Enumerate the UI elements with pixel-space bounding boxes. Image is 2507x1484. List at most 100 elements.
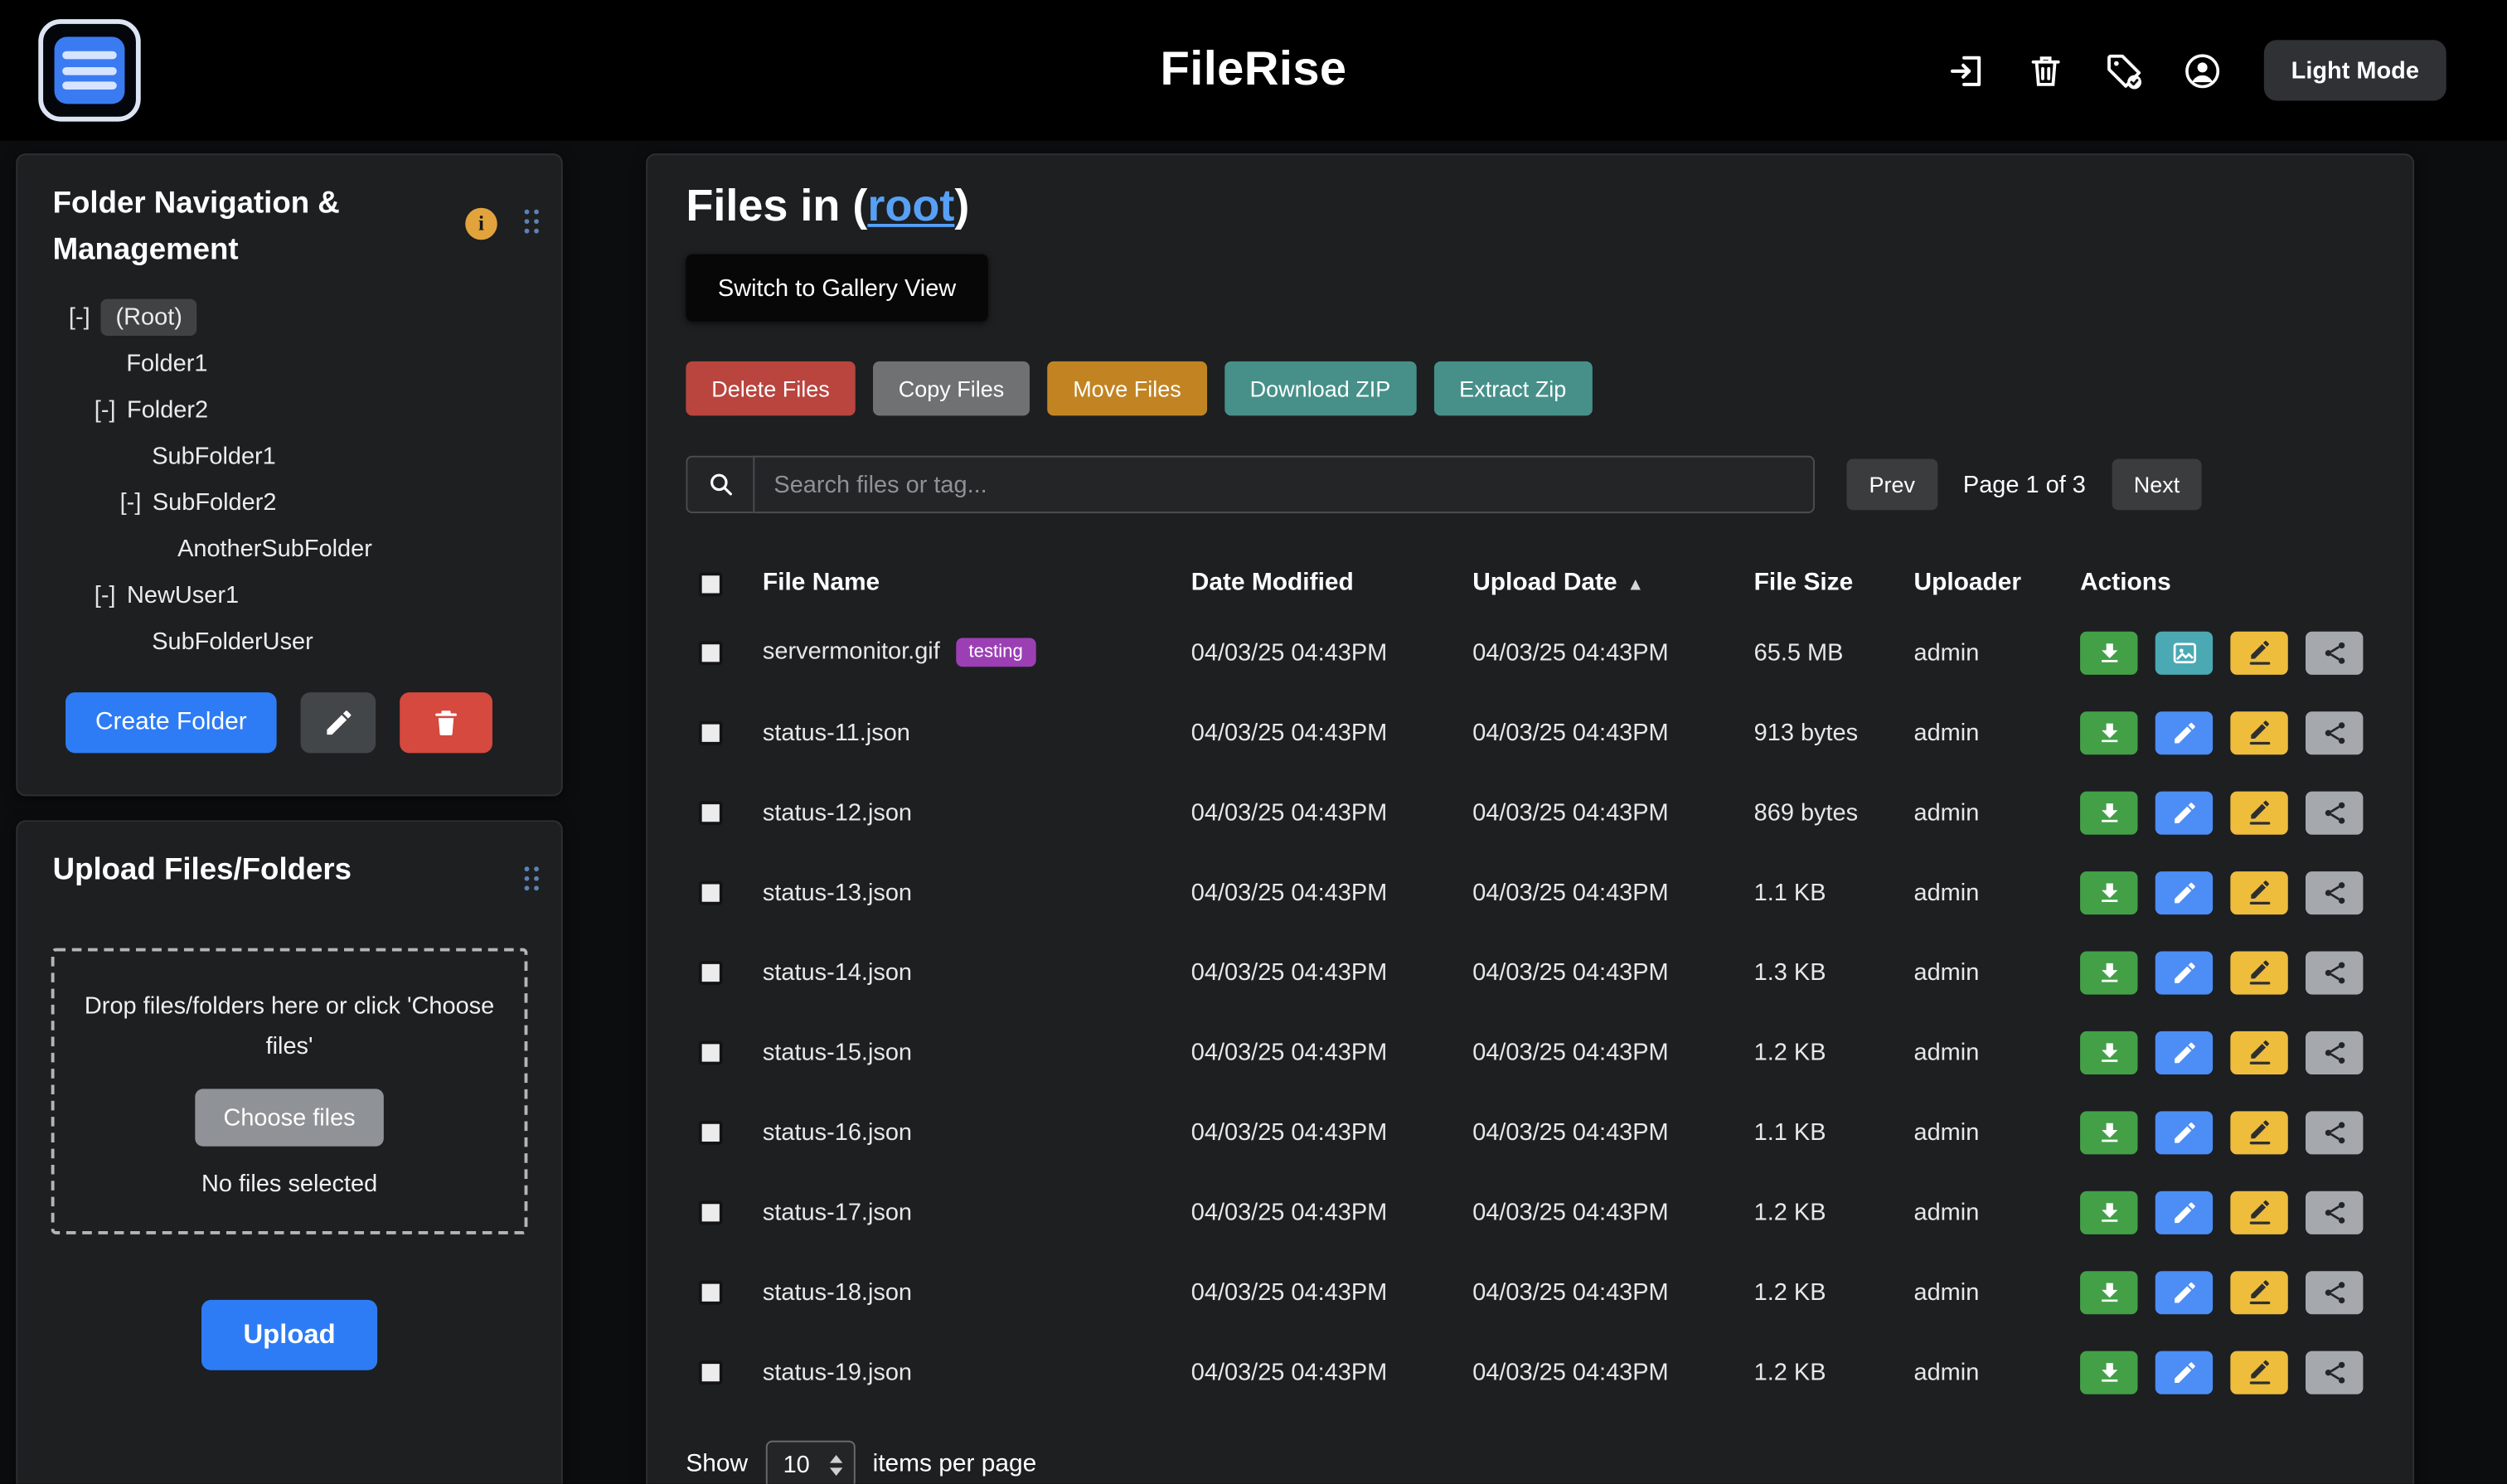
file-name[interactable]: status-11.json xyxy=(763,719,910,746)
folder-tree-item[interactable]: Folder1 xyxy=(53,341,546,387)
rename-button[interactable] xyxy=(2230,631,2287,674)
folder-tree-item[interactable]: SubFolderUser xyxy=(53,618,546,665)
drag-handle-icon[interactable] xyxy=(525,866,530,871)
row-checkbox[interactable] xyxy=(699,1360,723,1384)
rename-button[interactable] xyxy=(2230,1270,2287,1313)
select-all-checkbox[interactable] xyxy=(699,571,723,595)
file-name[interactable]: status-16.json xyxy=(763,1118,912,1146)
folder-label[interactable]: SubFolder2 xyxy=(153,489,277,516)
trash-icon[interactable] xyxy=(2026,51,2066,90)
folder-label[interactable]: NewUser1 xyxy=(127,582,239,609)
drag-handle-icon[interactable] xyxy=(525,210,530,215)
share-button[interactable] xyxy=(2306,951,2363,994)
rename-folder-button[interactable] xyxy=(301,692,376,753)
col-upload-date[interactable]: Upload Date▲ xyxy=(1457,570,1738,599)
file-name[interactable]: status-14.json xyxy=(763,958,912,986)
edit-button[interactable] xyxy=(2155,1031,2213,1074)
folder-tree-item[interactable]: [-] Folder2 xyxy=(53,387,546,434)
download-zip-button[interactable]: Download ZIP xyxy=(1224,361,1416,416)
info-icon[interactable]: i xyxy=(465,208,497,240)
delete-folder-button[interactable] xyxy=(400,692,492,753)
file-name[interactable]: status-19.json xyxy=(763,1358,912,1385)
download-button[interactable] xyxy=(2080,710,2137,754)
upload-button[interactable]: Upload xyxy=(201,1300,377,1370)
folder-label[interactable]: Folder1 xyxy=(126,350,207,377)
file-name[interactable]: status-12.json xyxy=(763,798,912,826)
rename-button[interactable] xyxy=(2230,951,2287,994)
col-file-name[interactable]: File Name xyxy=(747,570,1176,599)
folder-label[interactable]: (Root) xyxy=(101,299,196,336)
folder-tree-item[interactable]: [-] NewUser1 xyxy=(53,572,546,618)
create-folder-button[interactable]: Create Folder xyxy=(65,692,277,753)
delete-files-button[interactable]: Delete Files xyxy=(686,361,855,416)
row-checkbox[interactable] xyxy=(699,1280,723,1304)
col-file-size[interactable]: File Size xyxy=(1738,570,1898,599)
light-mode-button[interactable]: Light Mode xyxy=(2264,40,2446,100)
extract-zip-button[interactable]: Extract Zip xyxy=(1433,361,1592,416)
download-button[interactable] xyxy=(2080,871,2137,914)
tree-toggle-icon[interactable]: [-] xyxy=(69,303,90,331)
rename-button[interactable] xyxy=(2230,1110,2287,1153)
folder-label[interactable]: SubFolder1 xyxy=(152,443,276,470)
row-checkbox[interactable] xyxy=(699,640,723,664)
download-button[interactable] xyxy=(2080,791,2137,834)
edit-button[interactable] xyxy=(2155,1110,2213,1153)
edit-button[interactable] xyxy=(2155,710,2213,754)
row-checkbox[interactable] xyxy=(699,880,723,904)
items-per-page-select[interactable]: 10 xyxy=(765,1441,855,1484)
switch-gallery-button[interactable]: Switch to Gallery View xyxy=(686,255,987,322)
share-button[interactable] xyxy=(2306,1270,2363,1313)
download-button[interactable] xyxy=(2080,1270,2137,1313)
download-button[interactable] xyxy=(2080,1191,2137,1234)
share-button[interactable] xyxy=(2306,1031,2363,1074)
edit-button[interactable] xyxy=(2155,791,2213,834)
folder-tree-item[interactable]: [-] (Root) xyxy=(53,294,546,341)
col-date-modified[interactable]: Date Modified xyxy=(1175,570,1456,599)
edit-button[interactable] xyxy=(2155,951,2213,994)
row-checkbox[interactable] xyxy=(699,1200,723,1224)
edit-button[interactable] xyxy=(2155,1270,2213,1313)
edit-button[interactable] xyxy=(2155,871,2213,914)
search-input[interactable] xyxy=(753,456,1815,513)
file-dropzone[interactable]: Drop files/folders here or click 'Choose… xyxy=(51,948,528,1234)
rename-button[interactable] xyxy=(2230,1191,2287,1234)
rename-button[interactable] xyxy=(2230,710,2287,754)
root-folder-link[interactable]: root xyxy=(867,181,954,230)
share-button[interactable] xyxy=(2306,1351,2363,1394)
share-button[interactable] xyxy=(2306,710,2363,754)
folder-tree-item[interactable]: SubFolder1 xyxy=(53,434,546,480)
choose-files-button[interactable]: Choose files xyxy=(195,1089,385,1146)
preview-button[interactable] xyxy=(2155,631,2213,674)
share-button[interactable] xyxy=(2306,1191,2363,1234)
row-checkbox[interactable] xyxy=(699,1040,723,1065)
share-button[interactable] xyxy=(2306,791,2363,834)
file-name[interactable]: status-18.json xyxy=(763,1278,912,1306)
share-button[interactable] xyxy=(2306,871,2363,914)
rename-button[interactable] xyxy=(2230,791,2287,834)
download-button[interactable] xyxy=(2080,951,2137,994)
tag-icon[interactable] xyxy=(2104,51,2144,90)
copy-files-button[interactable]: Copy Files xyxy=(873,361,1030,416)
download-button[interactable] xyxy=(2080,1110,2137,1153)
logout-icon[interactable] xyxy=(1947,51,1987,90)
row-checkbox[interactable] xyxy=(699,960,723,984)
share-button[interactable] xyxy=(2306,1110,2363,1153)
filerise-logo-icon[interactable] xyxy=(38,19,140,121)
download-button[interactable] xyxy=(2080,1351,2137,1394)
download-button[interactable] xyxy=(2080,1031,2137,1074)
folder-tree-item[interactable]: AnotherSubFolder xyxy=(53,526,546,572)
download-button[interactable] xyxy=(2080,631,2137,674)
rename-button[interactable] xyxy=(2230,1031,2287,1074)
row-checkbox[interactable] xyxy=(699,720,723,744)
folder-label[interactable]: Folder2 xyxy=(127,396,208,424)
prev-page-button[interactable]: Prev xyxy=(1846,458,1937,510)
share-button[interactable] xyxy=(2306,631,2363,674)
next-page-button[interactable]: Next xyxy=(2112,458,2203,510)
user-account-icon[interactable] xyxy=(2183,51,2223,90)
edit-button[interactable] xyxy=(2155,1191,2213,1234)
row-checkbox[interactable] xyxy=(699,1120,723,1144)
tree-toggle-icon[interactable]: [-] xyxy=(95,396,116,424)
col-uploader[interactable]: Uploader xyxy=(1898,570,2064,599)
folder-tree-item[interactable]: [-] SubFolder2 xyxy=(53,480,546,526)
folder-label[interactable]: SubFolderUser xyxy=(152,628,313,656)
